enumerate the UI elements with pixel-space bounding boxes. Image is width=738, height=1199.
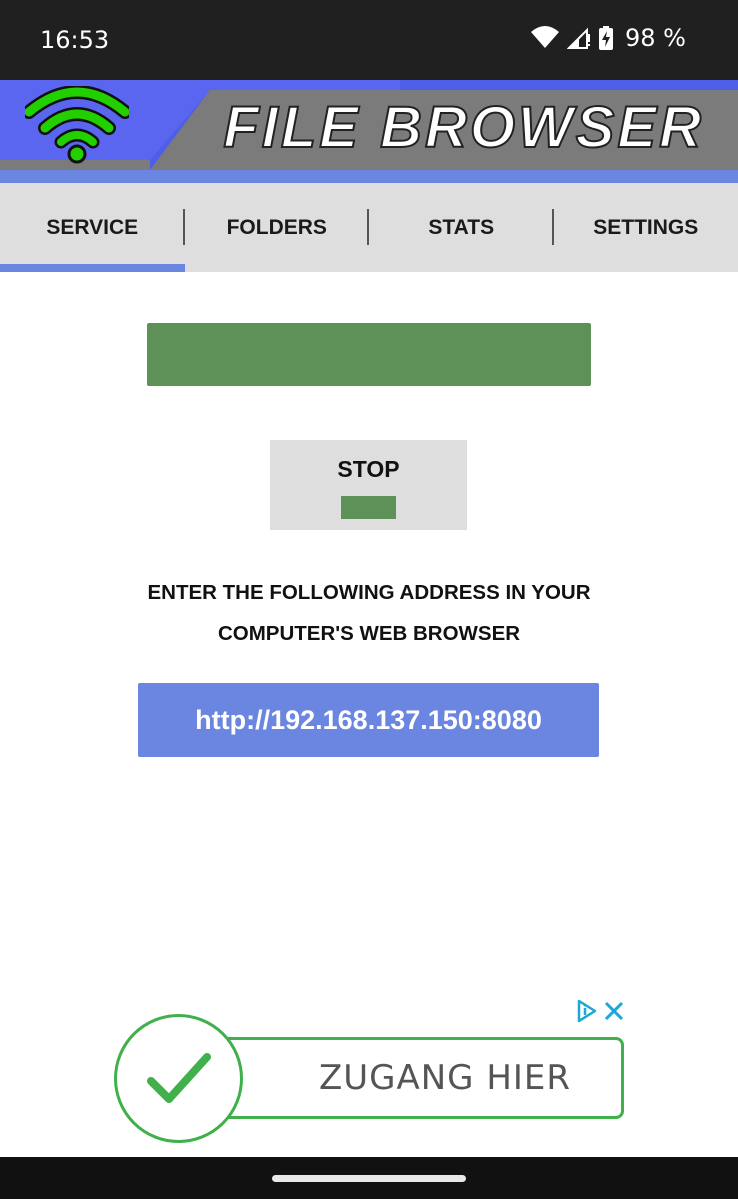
system-nav-bar xyxy=(0,1157,738,1199)
ad-cta-pill[interactable]: ZUGANG HIER xyxy=(180,1037,624,1119)
checkmark-icon xyxy=(147,1053,211,1103)
tab-service-label: SERVICE xyxy=(46,215,139,239)
server-address-button[interactable]: http://192.168.137.150:8080 xyxy=(138,683,599,757)
service-status-bar xyxy=(147,323,591,386)
stop-button-label: STOP xyxy=(337,456,400,482)
wifi-logo-icon xyxy=(25,86,129,164)
battery-charging-icon xyxy=(599,26,614,50)
ad-banner[interactable]: ZUGANG HIER xyxy=(100,995,640,1155)
close-icon[interactable] xyxy=(602,999,626,1023)
status-bar: 16:53 98 % xyxy=(0,0,738,80)
instruction-text: ENTER THE FOLLOWING ADDRESS IN YOUR COMP… xyxy=(147,581,591,645)
ad-check-circle xyxy=(114,1014,243,1143)
app-title: FILE BROWSER xyxy=(222,94,704,161)
tab-folders-label: FOLDERS xyxy=(226,215,327,239)
home-gesture-handle[interactable] xyxy=(272,1175,466,1182)
active-tab-indicator xyxy=(0,264,185,272)
ad-cta-text: ZUGANG HIER xyxy=(318,1058,572,1098)
battery-percent: 98 % xyxy=(625,24,686,52)
tab-settings-label: SETTINGS xyxy=(593,215,699,239)
app-banner: FILE BROWSER xyxy=(0,80,738,183)
status-icons: 98 % xyxy=(531,24,686,52)
stop-button[interactable]: STOP xyxy=(270,440,467,530)
tab-stats[interactable]: STATS xyxy=(369,183,554,272)
tab-service[interactable]: SERVICE xyxy=(0,183,185,272)
tab-stats-label: STATS xyxy=(428,215,495,239)
wifi-icon xyxy=(531,26,560,48)
tab-bar: SERVICE FOLDERS STATS SETTINGS xyxy=(0,183,738,272)
adchoices-icon[interactable] xyxy=(576,999,598,1023)
tab-settings[interactable]: SETTINGS xyxy=(554,183,738,272)
status-time: 16:53 xyxy=(40,26,110,54)
tab-folders[interactable]: FOLDERS xyxy=(185,183,369,272)
cell-signal-icon xyxy=(567,27,591,49)
running-indicator xyxy=(341,496,396,519)
server-address: http://192.168.137.150:8080 xyxy=(195,704,542,735)
